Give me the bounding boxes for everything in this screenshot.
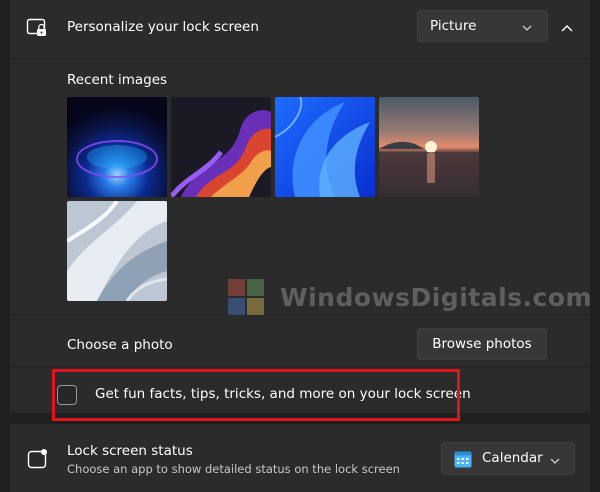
- lock-screen-status-card[interactable]: Lock screen status Choose an app to show…: [10, 424, 590, 492]
- browse-photos-button[interactable]: Browse photos: [417, 328, 547, 360]
- lock-screen-icon: [26, 17, 48, 43]
- recent-image-2[interactable]: [171, 97, 271, 197]
- personalize-header[interactable]: Personalize your lock screen Picture: [10, 0, 590, 58]
- collapse-button[interactable]: [551, 10, 583, 42]
- recent-image-3[interactable]: [275, 97, 375, 197]
- lock-screen-type-value: Picture: [430, 18, 477, 34]
- recent-image-1[interactable]: [67, 97, 167, 197]
- recent-image-5[interactable]: [67, 201, 167, 301]
- recent-image-4[interactable]: [379, 97, 479, 197]
- recent-images-label: Recent images: [67, 72, 168, 88]
- chevron-down-icon: [549, 454, 561, 470]
- status-app-dropdown[interactable]: Calendar: [441, 442, 575, 475]
- fun-facts-label: Get fun facts, tips, tricks, and more on…: [95, 386, 471, 402]
- fun-facts-checkbox[interactable]: [57, 385, 77, 405]
- lock-screen-settings-card: Personalize your lock screen Picture Rec…: [10, 0, 590, 413]
- lock-screen-status-description: Choose an app to show detailed status on…: [67, 462, 400, 476]
- status-icon: [27, 448, 49, 474]
- choose-photo-label: Choose a photo: [67, 337, 173, 353]
- chevron-down-icon: [521, 21, 533, 37]
- lock-screen-type-dropdown[interactable]: Picture: [417, 10, 548, 42]
- divider: [10, 58, 590, 59]
- calendar-icon: [454, 451, 472, 472]
- divider: [10, 314, 590, 315]
- divider: [10, 366, 590, 367]
- personalize-title: Personalize your lock screen: [67, 19, 259, 35]
- status-app-value: Calendar: [482, 450, 543, 466]
- lock-screen-status-title: Lock screen status: [67, 443, 193, 459]
- chevron-up-icon: [560, 20, 574, 39]
